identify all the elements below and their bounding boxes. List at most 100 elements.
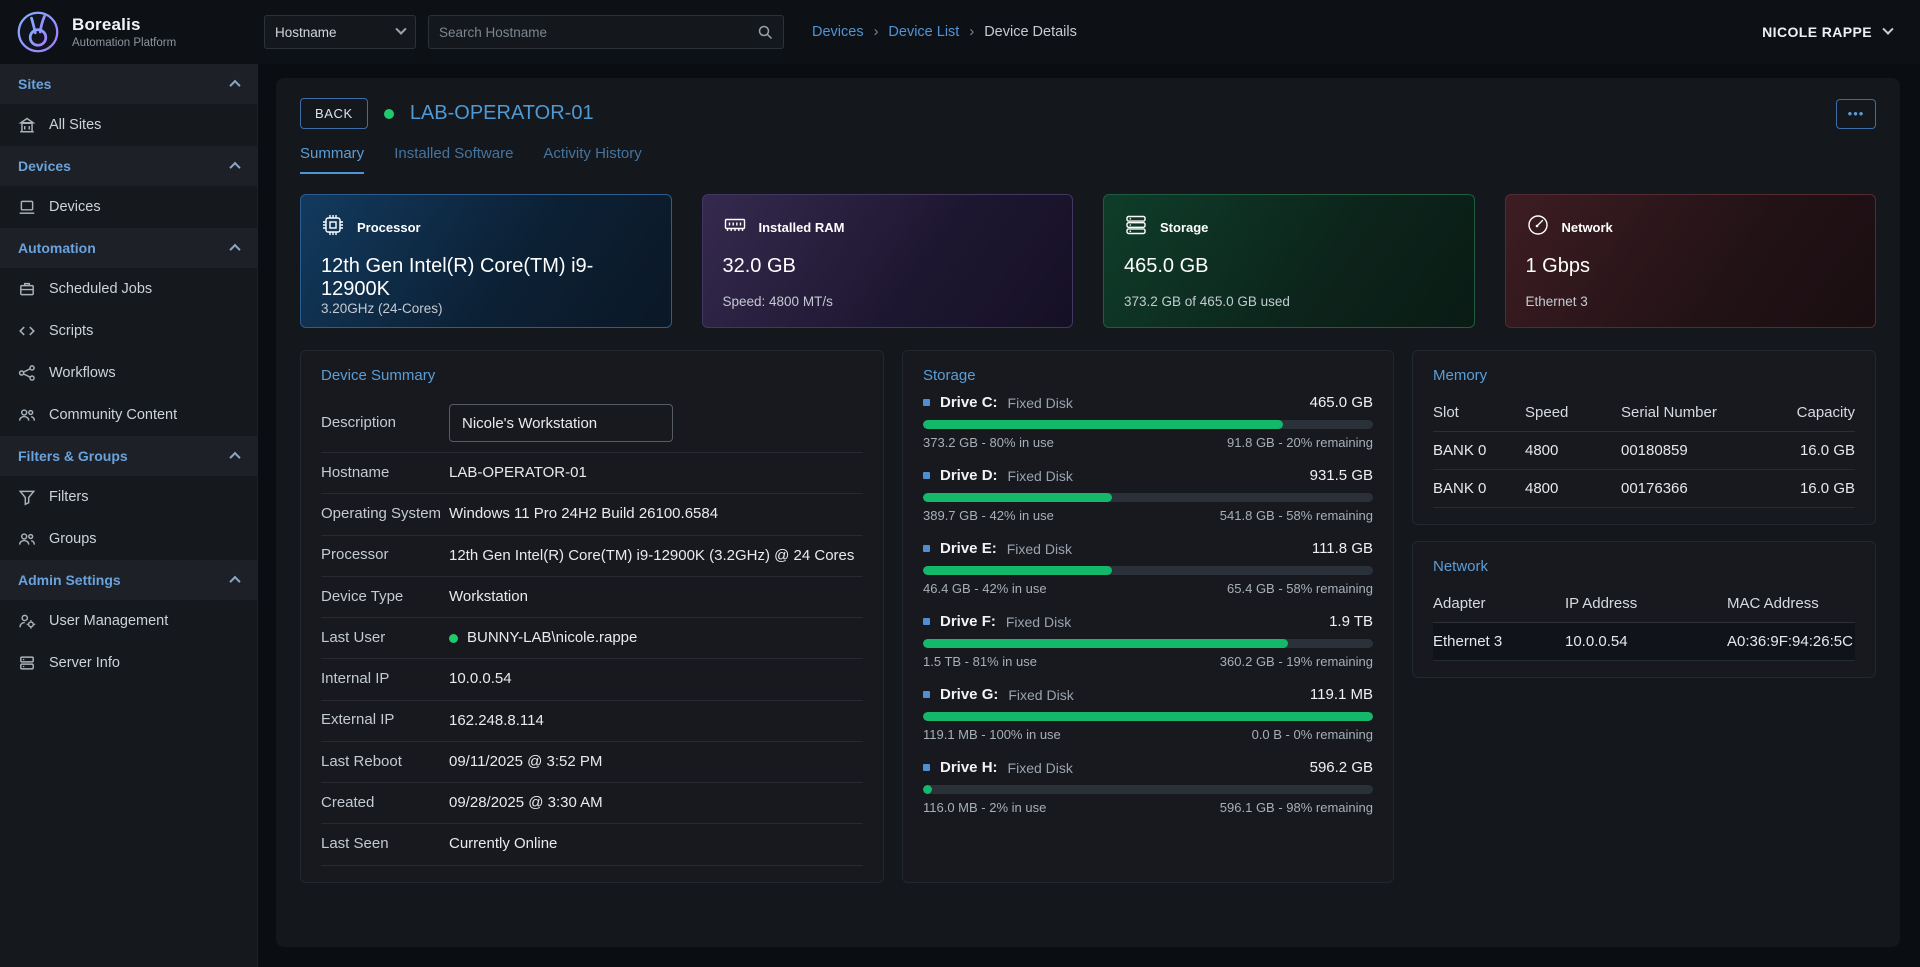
sidebar-item-label: Groups [49, 531, 97, 547]
drive-remaining: 541.8 GB - 58% remaining [1220, 508, 1373, 523]
chevron-up-icon [229, 452, 240, 463]
cell-capacity: 16.0 GB [1773, 442, 1855, 459]
user-gear-icon [18, 612, 36, 630]
sidebar-item-groups[interactable]: Groups [0, 518, 257, 560]
search-input[interactable] [439, 25, 757, 40]
sidebar-item-user-management[interactable]: User Management [0, 600, 257, 642]
drive-usage-bar [923, 566, 1373, 575]
sidebar-item-filters[interactable]: Filters [0, 476, 257, 518]
sidebar-section-filters-groups[interactable]: Filters & Groups [0, 436, 257, 476]
network-panel: Network Adapter IP Address MAC Address E… [1412, 541, 1876, 678]
drive-size: 465.0 GB [1310, 394, 1373, 411]
drive-usage-bar [923, 639, 1373, 648]
memory-table: Slot Speed Serial Number Capacity BANK 0… [1433, 394, 1855, 508]
more-actions-button[interactable]: ••• [1836, 99, 1876, 129]
sidebar-section-admin-settings[interactable]: Admin Settings [0, 560, 257, 600]
drive-name: Drive C: [940, 394, 998, 411]
sidebar-item-label: Server Info [49, 655, 120, 671]
drive-used: 373.2 GB - 80% in use [923, 435, 1054, 450]
sidebar-item-devices[interactable]: Devices [0, 186, 257, 228]
cell-slot: BANK 0 [1433, 480, 1525, 497]
cell-adapter: Ethernet 3 [1433, 633, 1565, 650]
memory-heading: Memory [1433, 367, 1855, 384]
col-header: Slot [1433, 404, 1525, 421]
drive-remaining: 0.0 B - 0% remaining [1252, 727, 1373, 742]
row-value: 12th Gen Intel(R) Core(TM) i9-12900K (3.… [449, 546, 854, 566]
card-title: Processor [357, 220, 421, 235]
drive-row-e: Drive E: Fixed Disk 111.8 GB 46.4 GB - 4… [923, 540, 1373, 596]
sidebar-item-community-content[interactable]: Community Content [0, 394, 257, 436]
row-label: Last User [321, 629, 449, 648]
row-label: Hostname [321, 464, 449, 483]
drive-usage-bar [923, 420, 1373, 429]
drive-name: Drive D: [940, 467, 998, 484]
summary-row-processor: Processor 12th Gen Intel(R) Core(TM) i9-… [321, 536, 863, 577]
card-title: Storage [1160, 220, 1208, 235]
back-button[interactable]: BACK [300, 98, 368, 129]
memory-table-row: BANK 0 4800 00180859 16.0 GB [1433, 432, 1855, 470]
summary-row-device-type: Device Type Workstation [321, 577, 863, 618]
breadcrumb-devices[interactable]: Devices [812, 24, 864, 40]
drive-remaining: 91.8 GB - 20% remaining [1227, 435, 1373, 450]
card-footer: Speed: 4800 MT/s [723, 294, 1053, 309]
drive-row-h: Drive H: Fixed Disk 596.2 GB 116.0 MB - … [923, 759, 1373, 815]
tab-bar: Summary Installed Software Activity Hist… [300, 145, 1876, 174]
cell-slot: BANK 0 [1433, 442, 1525, 459]
chevron-up-icon [229, 244, 240, 255]
summary-row-internal-ip: Internal IP 10.0.0.54 [321, 659, 863, 700]
breadcrumb-separator: › [969, 24, 974, 40]
stat-cards: Processor 12th Gen Intel(R) Core(TM) i9-… [300, 194, 1876, 328]
user-menu[interactable]: NICOLE RAPPE [1762, 24, 1892, 40]
ram-card: Installed RAM 32.0 GB Speed: 4800 MT/s [702, 194, 1074, 328]
brand: Borealis Automation Platform [0, 10, 258, 54]
tab-summary[interactable]: Summary [300, 145, 364, 174]
summary-row-description: Description [321, 394, 863, 453]
cell-ip: 10.0.0.54 [1565, 633, 1727, 650]
drive-row-c: Drive C: Fixed Disk 465.0 GB 373.2 GB - … [923, 394, 1373, 450]
drive-usage-bar [923, 712, 1373, 721]
search-box[interactable] [428, 15, 784, 49]
drive-bullet-icon [923, 618, 930, 625]
drive-size: 111.8 GB [1312, 540, 1373, 557]
sidebar-item-workflows[interactable]: Workflows [0, 352, 257, 394]
network-table-row: Ethernet 3 10.0.0.54 A0:36:9F:94:26:5C [1433, 623, 1855, 661]
sidebar-item-scripts[interactable]: Scripts [0, 310, 257, 352]
summary-row-created: Created 09/28/2025 @ 3:30 AM [321, 783, 863, 824]
sidebar-item-scheduled-jobs[interactable]: Scheduled Jobs [0, 268, 257, 310]
sidebar-item-label: Scheduled Jobs [49, 281, 152, 297]
tab-installed-software[interactable]: Installed Software [394, 145, 513, 174]
chevron-down-icon [1882, 24, 1893, 35]
storage-icon [1124, 213, 1148, 242]
section-label: Admin Settings [18, 572, 121, 588]
row-label: Internal IP [321, 670, 449, 689]
card-value: 1 Gbps [1526, 255, 1856, 278]
col-header: Adapter [1433, 595, 1565, 612]
sidebar-item-all-sites[interactable]: All Sites [0, 104, 257, 146]
detail-columns: Device Summary Description Hostname LAB-… [300, 350, 1876, 883]
sidebar-item-server-info[interactable]: Server Info [0, 642, 257, 684]
device-summary-heading: Device Summary [321, 367, 863, 384]
sidebar-section-devices[interactable]: Devices [0, 146, 257, 186]
cell-speed: 4800 [1525, 480, 1621, 497]
device-summary-panel: Device Summary Description Hostname LAB-… [300, 350, 884, 883]
row-value: Currently Online [449, 834, 557, 854]
drive-bullet-icon [923, 764, 930, 771]
breadcrumb-device-list[interactable]: Device List [888, 24, 959, 40]
sidebar-section-automation[interactable]: Automation [0, 228, 257, 268]
row-value: 09/11/2025 @ 3:52 PM [449, 752, 602, 772]
chevron-up-icon [229, 80, 240, 91]
card-title: Installed RAM [759, 220, 845, 235]
tab-activity-history[interactable]: Activity History [543, 145, 641, 174]
row-value: 09/28/2025 @ 3:30 AM [449, 793, 603, 813]
network-table-header: Adapter IP Address MAC Address [1433, 585, 1855, 623]
hostname-filter-dropdown[interactable]: Hostname [264, 15, 416, 49]
groups-icon [18, 530, 36, 548]
server-icon [18, 654, 36, 672]
chevron-up-icon [229, 162, 240, 173]
network-table: Adapter IP Address MAC Address Ethernet … [1433, 585, 1855, 661]
row-label: Processor [321, 546, 449, 565]
sidebar-section-sites[interactable]: Sites [0, 64, 257, 104]
memory-panel: Memory Slot Speed Serial Number Capacity… [1412, 350, 1876, 525]
breadcrumb: Devices › Device List › Device Details [812, 24, 1077, 40]
description-input[interactable] [449, 404, 673, 442]
